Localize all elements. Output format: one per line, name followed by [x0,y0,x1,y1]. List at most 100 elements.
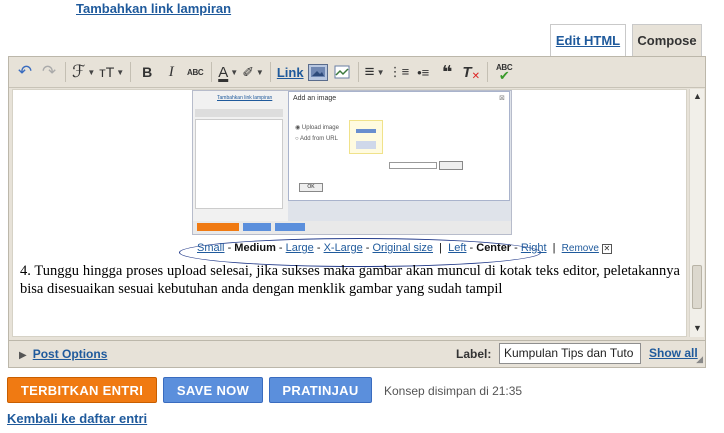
post-options-toggle[interactable]: ▶ Post Options [19,347,107,361]
chevron-down-icon: ▼ [116,67,125,77]
font-icon: ℱ [72,62,86,81]
dialog-title: Add an image [293,95,337,102]
insert-video-button[interactable] [332,61,352,83]
font-size-button[interactable]: тT ▼ [99,61,124,83]
strikethrough-icon: ABC [186,67,204,77]
editor-content[interactable]: Tambahkan link lampiran Add an image ⊠ ◉… [12,89,687,337]
browse-button [439,161,463,170]
remove-image-link[interactable]: Remove [562,243,599,254]
post-paragraph: 4. Tunggu hingga proses upload selesai, … [20,263,680,297]
bullet-list-icon: •≡ [417,64,430,80]
show-all-labels-link[interactable]: Show all [649,346,698,360]
redo-icon: ↷ [41,62,57,81]
preview-label: PRATINJAU [282,382,359,398]
image-blue-button [275,223,305,231]
text-color-icon: A [218,63,229,81]
tab-compose[interactable]: Compose [632,24,702,56]
toolbar-divider [269,62,271,82]
tab-edit-html[interactable]: Edit HTML [550,24,626,56]
insert-image-button[interactable] [307,63,328,81]
video-icon [334,65,350,79]
size-original[interactable]: Original size [372,242,433,254]
scroll-thumb[interactable] [692,265,702,309]
preview-button[interactable]: PRATINJAU [269,377,372,403]
embedded-image[interactable]: Tambahkan link lampiran Add an image ⊠ ◉… [192,90,512,235]
label-caption: Label: [456,347,492,361]
image-toolbar-strip [195,109,283,117]
align-icon: ≡ [364,62,375,81]
size-small[interactable]: Small [197,242,225,254]
remove-format-icon: T [462,63,472,81]
publish-button[interactable]: TERBITKAN ENTRI [7,377,157,403]
highlight-icon: ✐ [242,63,254,80]
font-size-icon: тT [99,64,115,80]
align-button[interactable]: ≡ ▼ [365,61,385,83]
align-right[interactable]: Right [521,242,547,254]
text-color-button[interactable]: A ▼ [218,61,238,83]
close-icon: ⊠ [499,95,505,102]
chevron-down-icon: ▼ [376,67,385,77]
image-icon [310,67,325,77]
checkmark-icon: ✔ [498,68,510,83]
redo-button[interactable]: ↷ [39,61,59,83]
close-icon[interactable]: ✕ [601,244,612,254]
editor-toolbar: ↶ ↷ ℱ ▼ тT ▼ B I ABC A ▼ ✐ ▼ Link ≡ ▼ ⋮≡ •≡ ❝… [9,57,705,88]
toolbar-divider [65,62,66,82]
post-options-bar: ▶ Post Options Label: Kumpulan Tips dan T… [8,341,706,368]
italic-button[interactable]: I [161,61,181,83]
draft-saved-status: Konsep disimpan di 21:35 [384,384,523,398]
undo-button[interactable]: ↶ [15,61,35,83]
scroll-up-icon[interactable]: ▲ [693,91,702,101]
image-content-box [195,119,283,209]
save-now-button[interactable]: SAVE NOW [163,377,263,403]
label-input[interactable]: Kumpulan Tips dan Tuto [499,343,641,364]
size-xlarge[interactable]: X-Large [324,242,363,254]
ok-label: OK [307,184,315,190]
link-label: Link [276,64,304,80]
image-size-bar: Small - Medium - Large - X-Large - Origi… [197,242,612,254]
toolbar-divider [487,62,489,82]
publish-label: TERBITKAN ENTRI [20,382,144,398]
bold-icon: B [142,64,153,80]
scroll-down-icon[interactable]: ▼ [693,323,702,333]
toolbar-divider [130,62,132,82]
numbered-list-button[interactable]: ⋮≡ [389,61,410,83]
image-thumbnail [349,120,383,154]
url-option: ○ Add from URL [295,136,338,142]
tab-edit-html-label: Edit HTML [555,33,621,48]
font-button[interactable]: ℱ ▼ [72,61,95,83]
remove-format-button[interactable]: T ✕ [461,61,481,83]
size-medium[interactable]: Medium [234,242,276,254]
italic-icon: I [168,63,174,80]
numbered-list-icon: ⋮≡ [388,64,410,79]
strikethrough-button[interactable]: ABC [185,61,205,83]
add-image-dialog: Add an image ⊠ ◉ Upload image ○ Add from… [288,91,510,201]
align-center[interactable]: Center [476,242,511,254]
remove-x-icon: ✕ [471,70,480,82]
image-bg-panel: Tambahkan link lampiran [193,91,288,234]
triangle-right-icon: ▶ [19,350,27,361]
post-editor: ↶ ↷ ℱ ▼ тT ▼ B I ABC A ▼ ✐ ▼ Link ≡ ▼ ⋮≡ •≡ ❝… [8,56,706,341]
attachment-link[interactable]: Tambahkan link lampiran [76,1,231,16]
toolbar-divider [357,62,359,82]
size-large[interactable]: Large [286,242,314,254]
image-blue-button [243,223,271,231]
chevron-down-icon: ▼ [255,67,264,77]
image-side-text: Tambahkan link lampiran [217,95,273,101]
resize-grip-icon[interactable]: ◢ [696,354,703,365]
bold-button[interactable]: B [137,61,157,83]
tab-compose-label: Compose [637,33,697,48]
back-to-posts-link[interactable]: Kembali ke daftar entri [7,411,147,426]
align-left[interactable]: Left [448,242,466,254]
post-options-label: Post Options [32,347,108,361]
bullet-list-button[interactable]: •≡ [413,61,433,83]
spellcheck-button[interactable]: ABC ✔ [494,61,514,83]
highlight-button[interactable]: ✐ ▼ [242,61,264,83]
chevron-down-icon: ▼ [230,67,239,77]
link-button[interactable]: Link [277,61,304,83]
quote-icon: ❝ [441,61,453,82]
quote-button[interactable]: ❝ [437,61,457,83]
editor-scrollbar[interactable]: ▲ ▼ [689,89,704,337]
toolbar-divider [211,62,213,82]
file-field [389,162,437,169]
